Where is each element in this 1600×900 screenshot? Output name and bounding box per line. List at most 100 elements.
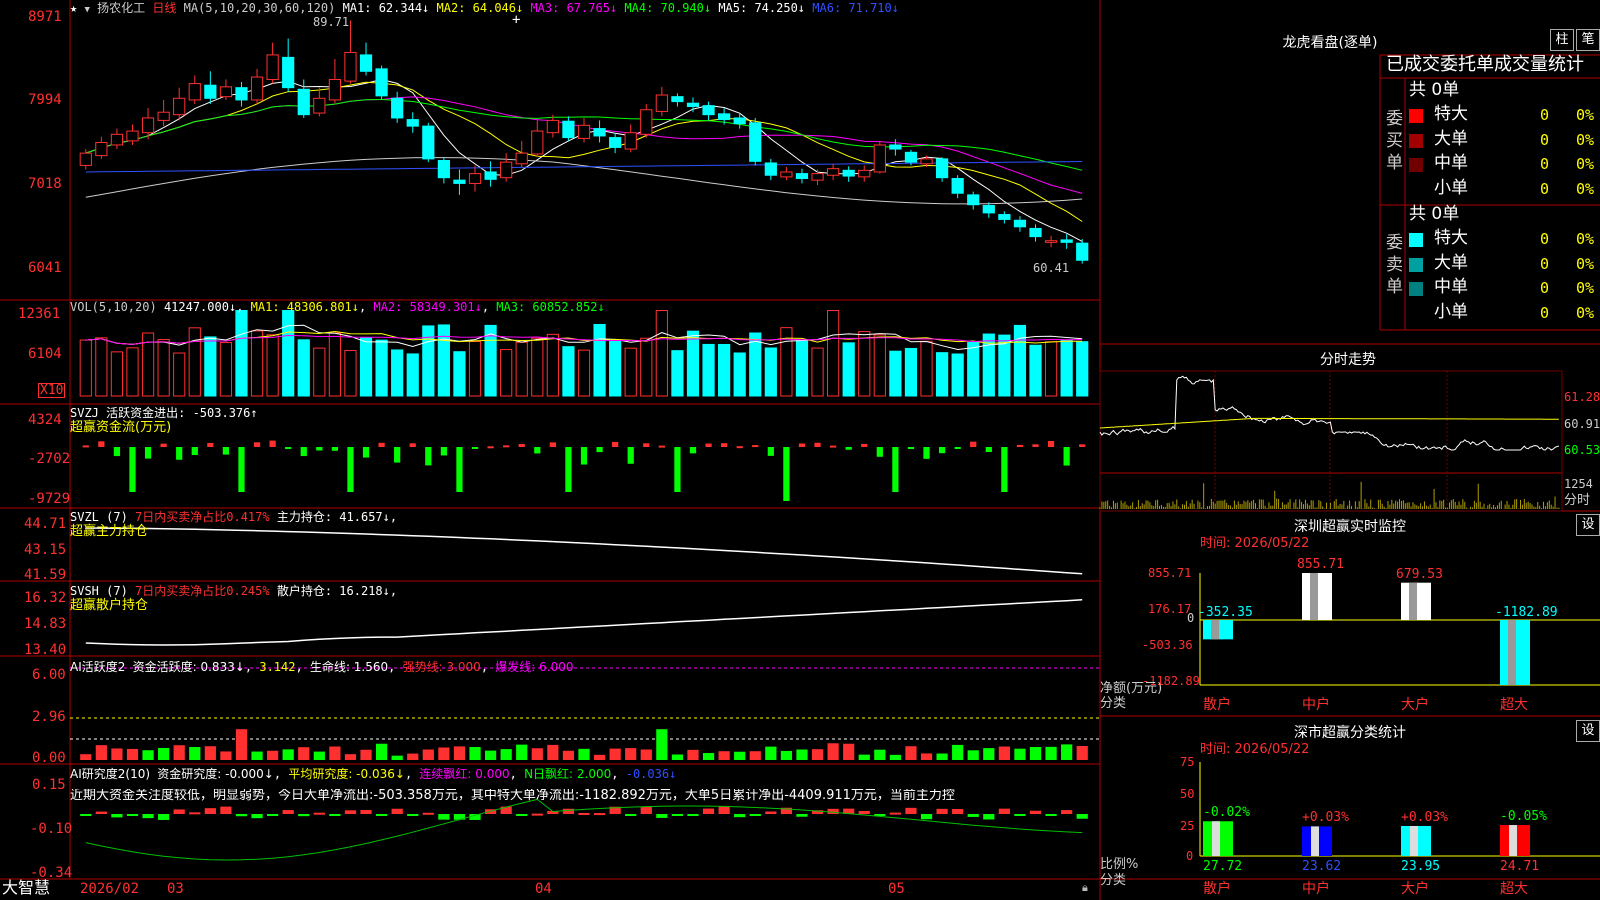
stat-xlabel: 分类 [1100, 873, 1127, 888]
candle [204, 84, 217, 99]
volume-bar [79, 339, 92, 397]
volume-bar [359, 337, 373, 397]
activity-bar [640, 749, 652, 760]
research-bar [298, 814, 310, 817]
flow-bar [129, 447, 136, 492]
research-bar [516, 814, 528, 816]
candle [718, 113, 731, 121]
ai-active-chart[interactable] [70, 667, 1100, 760]
vol-unit-badge[interactable]: X10 [38, 383, 66, 398]
activity-bar [765, 746, 777, 760]
flow-bar [300, 447, 307, 457]
volume-bar [437, 324, 450, 397]
ai-research-chart[interactable] [80, 798, 1088, 861]
flow-bar [580, 447, 588, 465]
monitor-bar-chart[interactable] [1199, 573, 1600, 686]
activity-bar [500, 749, 512, 760]
crosshair-mark: + [512, 12, 521, 28]
activity-bar [344, 754, 357, 760]
buy-total: 共 0单 [1409, 80, 1460, 100]
activity-bar [267, 750, 279, 760]
stat-tick-4: 0 [1186, 849, 1194, 863]
flow-bar [829, 445, 837, 448]
activity-bar [671, 754, 684, 760]
volume-bar [391, 349, 404, 397]
volume-bar [1076, 341, 1089, 397]
research-bar [313, 812, 325, 815]
research-bar [1061, 810, 1073, 814]
candle [173, 97, 186, 116]
research-bar [142, 814, 154, 819]
svsh-subtitle: 超赢散户持仓 [70, 598, 149, 613]
tick-view-button[interactable]: 笔 [1576, 29, 1600, 51]
candle [468, 173, 482, 184]
monitor-category-label: 散户 [1203, 697, 1231, 713]
flow-bar [269, 440, 276, 447]
flow-bar [456, 447, 463, 492]
research-bar [640, 807, 652, 814]
period-label[interactable]: 日线 [152, 1, 176, 15]
svzj-tick-1: 4324 [28, 412, 62, 428]
monitor-bar-group [1500, 620, 1530, 685]
volume-chart[interactable] [79, 310, 1089, 397]
candle [827, 168, 840, 176]
lock-icon[interactable]: 🔒︎ [1082, 882, 1088, 893]
sell-row-count: 0 [1540, 279, 1550, 297]
volume-bar [282, 310, 295, 397]
menu-caret-icon[interactable]: ▼ [84, 5, 89, 15]
flow-bar [253, 442, 261, 447]
volume-bar [328, 332, 341, 397]
volume-bar [375, 339, 388, 397]
ai-research-f: -0.036↓ [625, 767, 677, 781]
ai-research-nred: N日飘红: 2.000 [524, 767, 612, 781]
research-bar [267, 814, 279, 816]
tab-traded[interactable]: 已成交 [1386, 54, 1440, 75]
flow-bar [689, 447, 697, 454]
bar-view-button[interactable]: 柱 [1550, 29, 1574, 51]
flow-bar [394, 447, 401, 463]
stat-settings-button[interactable]: 设 [1576, 720, 1600, 742]
research-bar [858, 810, 870, 814]
volume-bar [344, 350, 357, 397]
price-tick-3: 7018 [28, 176, 62, 192]
research-bar [438, 814, 450, 820]
activity-bar [718, 751, 730, 760]
tab-orders[interactable]: 委托单 [1440, 54, 1494, 75]
monitor-tick-1: 855.71 [1148, 566, 1192, 580]
research-bar [765, 811, 777, 814]
candle [515, 152, 528, 165]
candle [640, 109, 653, 135]
research-bar [391, 808, 403, 814]
activity-bar [531, 748, 543, 760]
svzl-tick-2: 43.15 [24, 542, 67, 558]
star-icon[interactable]: ★ [70, 1, 77, 15]
kline-header: ★ ▼ 扬农化工 日线 MA(5,10,20,30,60,120) MA1: 6… [70, 2, 899, 15]
candle [873, 144, 886, 173]
monitor-settings-button[interactable]: 设 [1576, 514, 1600, 536]
intraday-chart[interactable] [1099, 375, 1560, 509]
monitor-bar-group [1302, 573, 1332, 620]
tab-volume-stats[interactable]: 成交量统计 [1494, 54, 1584, 75]
activity-bar [111, 748, 123, 760]
buy-row-count: 0 [1540, 130, 1550, 149]
monitor-title: 深圳超赢实时监控 [1294, 519, 1406, 535]
kline-chart[interactable] [79, 20, 1089, 264]
retail-holding-line [85, 599, 1083, 646]
stat-bar-shade [1212, 821, 1220, 856]
research-bar [702, 808, 715, 814]
candle [391, 97, 404, 119]
volume-bar [126, 347, 139, 397]
candle [453, 179, 466, 184]
activity-bar [173, 745, 185, 760]
activity-bar [1076, 745, 1088, 760]
svzj-chart[interactable] [82, 440, 1086, 501]
activity-bar [983, 748, 995, 760]
research-bar [625, 814, 637, 816]
research-bar [375, 814, 388, 816]
svzl-chart[interactable] [85, 527, 1083, 575]
svsh-code: SVSH (7) [70, 584, 128, 598]
main-canvas[interactable] [0, 0, 1600, 900]
volume-bar [546, 333, 559, 397]
flow-bar [176, 447, 183, 460]
svsh-chart[interactable] [85, 599, 1083, 646]
